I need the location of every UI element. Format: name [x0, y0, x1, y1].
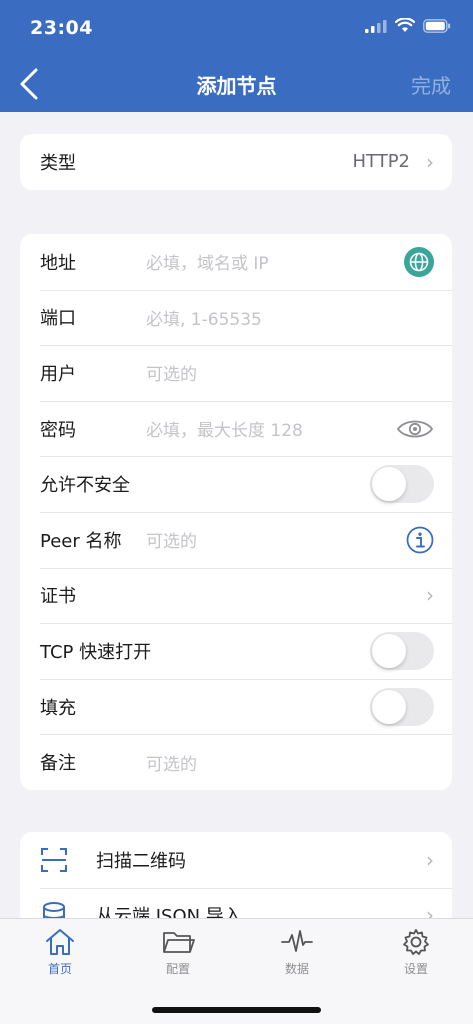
cellular-signal-icon [365, 19, 387, 33]
port-row[interactable]: 端口 必填, 1-65535 [20, 289, 452, 346]
tab-home-label: 首页 [47, 962, 72, 976]
certificate-label: 证书 [40, 586, 76, 608]
remark-row[interactable]: 备注 可选的 [20, 734, 452, 790]
node-form-card: 地址 必填，域名或 IP 端口 必填, 1-65535 用户 可选的 密码 必填… [20, 234, 452, 790]
allow-insecure-toggle[interactable] [370, 465, 434, 504]
home-indicator [152, 1007, 321, 1013]
done-button[interactable]: 完成 [411, 70, 451, 99]
scan-qr-label: 扫描二维码 [96, 850, 186, 872]
password-input[interactable]: 必填，最大长度 128 [146, 416, 432, 441]
peer-name-input[interactable]: 可选的 [146, 527, 432, 552]
status-bar: 23:04 [0, 0, 473, 56]
chevron-right-icon: › [426, 149, 434, 174]
address-row[interactable]: 地址 必填，域名或 IP [20, 234, 452, 290]
peer-name-label: Peer 名称 [40, 530, 122, 552]
tab-home[interactable]: 首页 [20, 927, 100, 977]
globe-icon[interactable] [404, 246, 434, 277]
remark-label: 备注 [40, 753, 76, 775]
address-input[interactable]: 必填，域名或 IP [146, 249, 432, 274]
padding-row: 填充 [20, 678, 452, 735]
info-icon[interactable] [406, 526, 434, 554]
password-row[interactable]: 密码 必填，最大长度 128 [20, 400, 452, 457]
home-icon [46, 929, 74, 955]
activity-icon [281, 930, 313, 952]
wifi-icon [395, 18, 415, 32]
tab-settings[interactable]: 设置 [376, 927, 456, 977]
battery-icon [423, 18, 451, 33]
port-input[interactable]: 必填, 1-65535 [146, 305, 432, 330]
type-card: 类型 HTTP2 › [20, 134, 452, 190]
scan-qr-row[interactable]: 扫描二维码 › [20, 832, 452, 888]
tab-data[interactable]: 数据 [257, 927, 337, 977]
tab-config[interactable]: 配置 [138, 927, 218, 977]
tab-settings-label: 设置 [403, 962, 428, 976]
tcp-fast-open-toggle[interactable] [370, 631, 434, 670]
scan-qr-icon [41, 847, 67, 872]
address-label: 地址 [40, 252, 76, 274]
type-label: 类型 [40, 152, 76, 174]
allow-insecure-label: 允许不安全 [40, 475, 130, 497]
remark-input[interactable]: 可选的 [146, 750, 432, 775]
user-label: 用户 [40, 363, 76, 385]
allow-insecure-row: 允许不安全 [20, 456, 452, 512]
padding-toggle[interactable] [370, 687, 434, 726]
port-label: 端口 [40, 308, 76, 330]
status-time: 23:04 [30, 17, 93, 39]
certificate-row[interactable]: 证书 › [20, 567, 452, 624]
tcp-fast-open-row: TCP 快速打开 [20, 623, 452, 679]
tab-data-label: 数据 [284, 962, 309, 976]
status-icons [365, 18, 451, 33]
padding-label: 填充 [40, 697, 76, 719]
password-label: 密码 [40, 419, 76, 441]
chevron-right-icon: › [426, 583, 434, 608]
gear-icon [403, 929, 429, 955]
app-header: 23:04 添加节点 完成 [0, 0, 473, 112]
type-value: HTTP2 [352, 151, 410, 173]
peer-name-row[interactable]: Peer 名称 可选的 [20, 511, 452, 568]
user-input[interactable]: 可选的 [146, 360, 432, 385]
eye-icon[interactable] [396, 416, 434, 442]
page-title: 添加节点 [196, 74, 277, 98]
nav-bar: 添加节点 完成 [0, 56, 473, 112]
chevron-right-icon: › [426, 847, 434, 872]
folder-icon [163, 932, 195, 953]
type-row[interactable]: 类型 HTTP2 › [20, 134, 452, 190]
tcp-fast-open-label: TCP 快速打开 [40, 641, 152, 663]
tab-config-label: 配置 [165, 962, 190, 976]
user-row[interactable]: 用户 可选的 [20, 345, 452, 401]
